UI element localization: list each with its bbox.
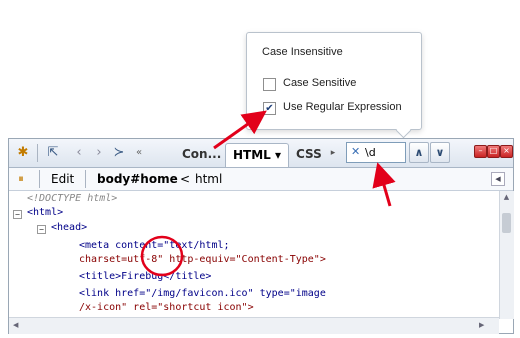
digit-match-highlight (140, 235, 184, 277)
arrow-to-regex-option (213, 110, 267, 150)
annotation-overlay (140, 110, 396, 277)
arrow-to-search-box (372, 162, 396, 207)
